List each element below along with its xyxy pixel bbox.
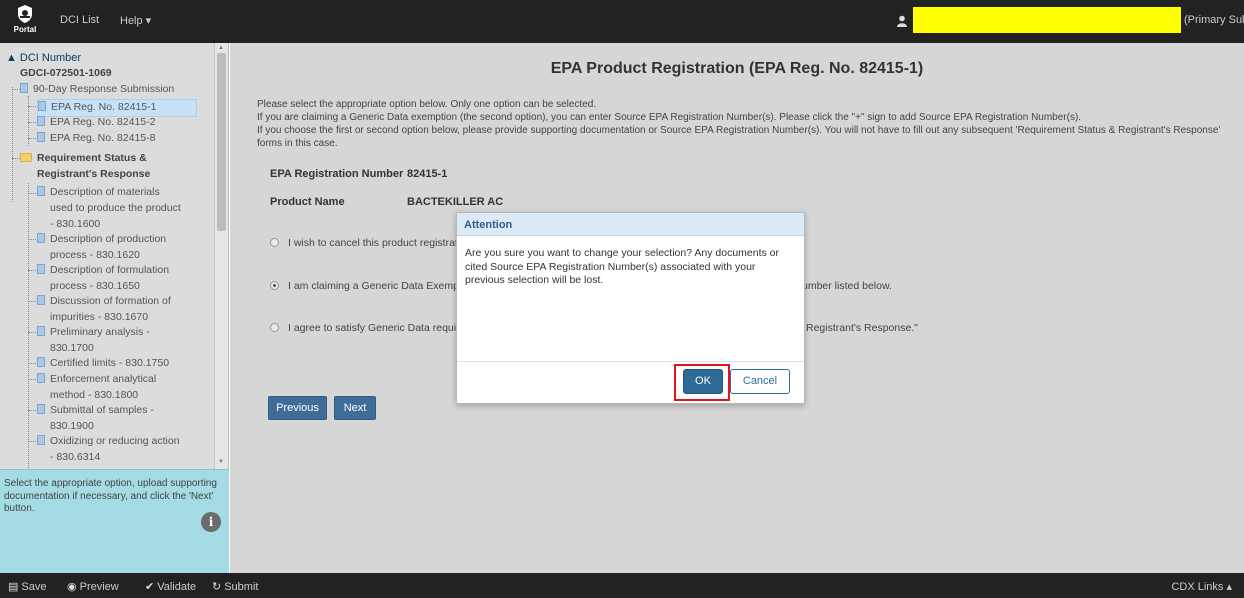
camera-icon: ◉: [67, 581, 77, 593]
document-icon: [38, 101, 46, 111]
document-icon: [20, 83, 28, 93]
tree-requirement-item-line: process - 830.1620: [50, 249, 140, 261]
tree-requirement-item-line: - 830.6314: [50, 451, 101, 463]
option-generic-data-exemption[interactable]: I am claiming a Generic Data Exemp: [270, 280, 459, 292]
tree-requirement-item[interactable]: Description of formulation: [37, 263, 169, 279]
product-name-value: BACTEKILLER AC: [407, 196, 504, 208]
validate-button[interactable]: ✔ Validate: [145, 580, 196, 593]
tree-requirement-item[interactable]: Certified limits - 830.1750: [37, 356, 169, 372]
tree-90-day-response[interactable]: 90-Day Response Submission: [20, 82, 174, 98]
tree-requirement-item-line: process - 830.1650: [50, 280, 140, 292]
product-name-label: Product Name: [270, 196, 345, 208]
radio-button[interactable]: [270, 323, 279, 332]
radio-button[interactable]: [270, 238, 279, 247]
cancel-button[interactable]: Cancel: [730, 369, 790, 394]
tree-root-dci-number[interactable]: ▲ DCI Number: [6, 52, 81, 64]
scrollbar-thumb[interactable]: [217, 53, 226, 231]
cdx-links-menu[interactable]: CDX Links ▴: [1171, 580, 1232, 593]
user-name-redacted[interactable]: [913, 7, 1181, 33]
tree-requirement-item[interactable]: Description of production: [37, 232, 166, 248]
preview-button[interactable]: ◉ Preview: [67, 580, 119, 593]
portal-logo-label: Portal: [13, 25, 37, 34]
tree-scrollbar[interactable]: ▲ ▼: [214, 43, 228, 469]
tree-requirement-item-line: used to produce the product: [50, 202, 181, 214]
dialog-title: Attention: [464, 219, 513, 231]
page-title: EPA Product Registration (EPA Reg. No. 8…: [550, 60, 924, 77]
tree-root-label: DCI Number: [19, 52, 82, 64]
tree-requirement-item[interactable]: Description of materials: [37, 185, 160, 201]
document-icon: [37, 435, 45, 445]
help-panel: Select the appropriate option, upload su…: [0, 469, 229, 573]
save-icon: ▤: [8, 581, 19, 593]
reg-number-value: 82415-1: [407, 168, 448, 180]
bottom-toolbar: ▤ Save ◉ Preview ✔ Validate ↻ Submit CDX Lin…: [0, 573, 1244, 598]
instructions: Please select the appropriate option bel…: [257, 98, 1232, 150]
document-icon: [37, 295, 45, 305]
document-icon: [37, 373, 45, 383]
dci-tree: ▲ DCI Number GDCI-072501-1069 90-Day Resp…: [0, 43, 214, 469]
help-text: Select the appropriate option, upload su…: [4, 478, 217, 514]
tree-requirement-folder-line2[interactable]: Registrant's Response: [37, 167, 150, 183]
nav-dci-list[interactable]: DCI List: [60, 14, 99, 26]
tree-requirement-item[interactable]: Discussion of formation of: [37, 294, 171, 310]
tree-reg-82415-1[interactable]: EPA Reg. No. 82415-1: [37, 99, 197, 117]
instruction-line: Please select the appropriate option bel…: [257, 99, 597, 110]
tree-requirement-item[interactable]: Oxidizing or reducing action: [37, 434, 180, 450]
tree-dci-id: GDCI-072501-1069: [20, 67, 112, 79]
document-icon: [37, 132, 45, 142]
instruction-line: If you are claiming a Generic Data exemp…: [257, 112, 1082, 123]
document-icon: [37, 186, 45, 196]
previous-button[interactable]: Previous: [268, 396, 327, 420]
dialog-message: Are you sure you want to change your sel…: [465, 247, 780, 286]
scroll-up-icon[interactable]: ▲: [218, 45, 224, 51]
radio-button-selected[interactable]: [270, 281, 279, 290]
document-icon: [37, 357, 45, 367]
tree-requirement-item-line: - 830.1600: [50, 218, 101, 230]
instruction-line: If you choose the first or second option…: [257, 125, 1221, 149]
option-satisfy-generic-data-tail: Registrant's Response.": [806, 322, 918, 334]
document-icon: [37, 233, 45, 243]
tree-reg-82415-8[interactable]: EPA Reg. No. 82415-8: [37, 131, 155, 147]
user-icon: [897, 15, 907, 27]
top-navbar: Portal DCI List Help ▾ (Primary Submitte…: [0, 0, 1244, 43]
option-generic-data-exemption-tail: umber listed below.: [802, 280, 892, 292]
navigation-sidebar: ▲ DCI Number GDCI-072501-1069 90-Day Resp…: [0, 43, 229, 573]
folder-icon: [20, 153, 32, 162]
ok-button[interactable]: OK: [683, 369, 723, 394]
portal-shield-icon: [18, 5, 32, 23]
document-icon: [37, 326, 45, 336]
tree-requirement-item[interactable]: Preliminary analysis -: [37, 325, 150, 341]
tree-requirement-item[interactable]: Enforcement analytical: [37, 372, 156, 388]
user-role: (Primary Submitter): [1184, 14, 1244, 26]
portal-logo[interactable]: Portal: [10, 4, 40, 40]
attention-dialog: Attention Are you sure you want to chang…: [456, 212, 805, 404]
tree-requirement-item-line: 830.1900: [50, 420, 94, 432]
option-satisfy-generic-data[interactable]: I agree to satisfy Generic Data requi: [270, 322, 456, 334]
tree-requirement-folder[interactable]: Requirement Status &: [20, 151, 147, 167]
document-icon: [37, 264, 45, 274]
submit-button[interactable]: ↻ Submit: [212, 580, 258, 593]
option-cancel-registration[interactable]: I wish to cancel this product registrat: [270, 237, 458, 249]
next-button[interactable]: Next: [334, 396, 376, 420]
save-button[interactable]: ▤ Save: [8, 580, 46, 593]
document-icon: [37, 116, 45, 126]
tree-requirement-item-line: 830.1700: [50, 342, 94, 354]
reg-number-label: EPA Registration Number: [270, 168, 404, 180]
nav-help-menu[interactable]: Help ▾: [120, 14, 151, 27]
dialog-header: Attention: [457, 213, 804, 236]
document-icon: [37, 404, 45, 414]
dialog-divider: [457, 361, 804, 362]
info-icon[interactable]: i: [201, 512, 221, 532]
check-icon: ✔: [145, 581, 155, 593]
tree-requirement-item-line: impurities - 830.1670: [50, 311, 149, 323]
tree-requirement-item[interactable]: Submittal of samples -: [37, 403, 154, 419]
tree-requirement-item-line: method - 830.1800: [50, 389, 139, 401]
tree-reg-82415-2[interactable]: EPA Reg. No. 82415-2: [37, 115, 155, 131]
home-icon: ▲: [6, 52, 17, 64]
scroll-down-icon[interactable]: ▼: [218, 459, 224, 465]
refresh-icon: ↻: [212, 581, 222, 593]
